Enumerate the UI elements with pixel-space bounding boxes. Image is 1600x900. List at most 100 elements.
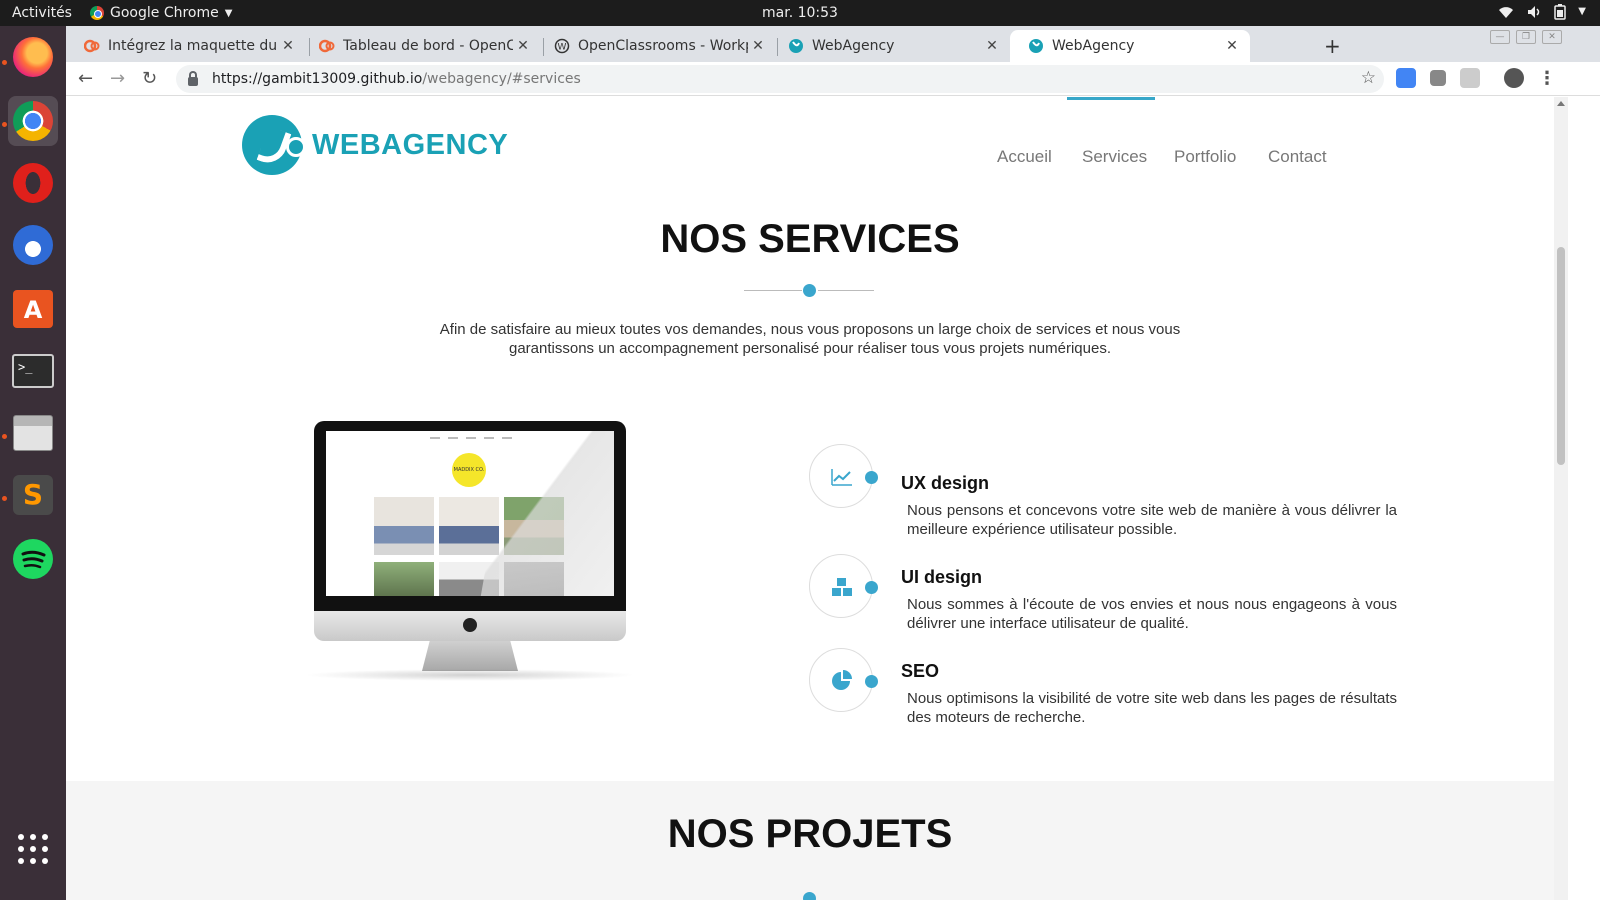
nav-portfolio[interactable]: Portfolio: [1174, 147, 1236, 167]
close-icon[interactable]: ✕: [748, 38, 768, 54]
extension-icon[interactable]: [1460, 68, 1480, 88]
dock-chrome[interactable]: [8, 96, 58, 146]
service-dot: [865, 471, 878, 484]
app-menu[interactable]: Google Chrome ▼: [90, 5, 232, 21]
tab[interactable]: WebAgency ✕: [770, 30, 1010, 62]
imac-mockup-image: MADDIX CO.: [304, 421, 636, 681]
service-title: SEO: [901, 661, 940, 681]
system-tray[interactable]: ▼: [1498, 4, 1586, 20]
mockup-logo: MADDIX CO.: [452, 453, 486, 487]
tab-active[interactable]: WebAgency ✕: [1010, 30, 1250, 62]
translate-extension-icon[interactable]: [1396, 68, 1416, 88]
spotify-icon: [13, 539, 53, 579]
running-indicator: [2, 60, 7, 65]
service-description: Nous optimisons la visibilité de votre s…: [907, 690, 1397, 726]
forward-arrow-icon[interactable]: →: [110, 68, 125, 89]
tab[interactable]: Intégrez la maquette du s ✕: [66, 30, 306, 62]
new-tab-button[interactable]: +: [1324, 34, 1341, 58]
tab[interactable]: W OpenClassrooms - Workp ✕: [536, 30, 776, 62]
profile-avatar-icon[interactable]: [1504, 68, 1524, 88]
site-logo[interactable]: WEBAGENCY: [242, 115, 508, 175]
battery-icon: [1554, 4, 1567, 20]
nav-services[interactable]: Services: [1082, 147, 1147, 167]
files-icon: [13, 415, 53, 451]
scroll-up-arrow-icon[interactable]: [1557, 101, 1565, 106]
clock[interactable]: mar. 10:53: [762, 5, 838, 21]
openclassrooms-favicon-icon: [84, 39, 100, 53]
url-path: /webagency/#services: [422, 71, 581, 87]
opera-icon: [13, 163, 53, 203]
tab[interactable]: Tableau de bord - OpenCla ✕: [301, 30, 541, 62]
sublime-text-icon: S: [13, 475, 53, 515]
dock: A >_ S: [0, 26, 66, 900]
tab-label: WebAgency: [812, 38, 895, 54]
nav-accueil[interactable]: Accueil: [997, 147, 1052, 167]
divider-line: [818, 290, 874, 291]
url-host: https://gambit13009.github.io: [212, 71, 423, 87]
app-grid-icon: [18, 834, 48, 864]
services-title: NOS SERVICES: [660, 217, 960, 261]
scrollbar[interactable]: [1554, 97, 1568, 900]
services-intro: Afin de satisfaire au mieux toutes vos d…: [439, 321, 1181, 357]
divider-line: [744, 290, 802, 291]
activities-button[interactable]: Activités: [0, 5, 90, 21]
app-menu-label: Google Chrome: [110, 5, 219, 21]
running-indicator: [2, 496, 7, 501]
address-bar[interactable]: https://gambit13009.github.io/webagency/…: [176, 65, 1384, 93]
service-title: UX design: [901, 473, 990, 493]
service-dot: [865, 581, 878, 594]
close-window-button[interactable]: ✕: [1542, 30, 1562, 44]
nav-contact[interactable]: Contact: [1268, 147, 1327, 167]
more-menu-icon[interactable]: ⋮: [1538, 68, 1556, 89]
line-chart-icon: [831, 469, 852, 486]
terminal-icon: >_: [12, 354, 54, 388]
back-arrow-icon[interactable]: ←: [78, 68, 93, 89]
lock-icon: [188, 70, 198, 86]
chevron-down-icon: ▼: [224, 7, 233, 19]
dock-sublime[interactable]: S: [8, 470, 58, 520]
volume-icon: [1528, 6, 1540, 18]
dock-thunderbird[interactable]: [8, 220, 58, 270]
close-icon[interactable]: ✕: [1222, 38, 1242, 54]
projects-title: NOS PROJETS: [667, 812, 953, 856]
close-icon[interactable]: ✕: [982, 38, 1002, 54]
close-icon[interactable]: ✕: [513, 38, 533, 54]
webagency-favicon-icon: [789, 39, 803, 53]
tab-label: WebAgency: [1052, 38, 1135, 54]
reload-icon[interactable]: ↻: [142, 68, 157, 89]
service-description: Nous pensons et concevons votre site web…: [907, 502, 1397, 538]
tab-label: Tableau de bord - OpenCla: [343, 38, 513, 54]
dock-software[interactable]: A: [8, 284, 58, 334]
tab-label: OpenClassrooms - Workp: [578, 38, 748, 54]
tab-label: Intégrez la maquette du s: [108, 38, 278, 54]
maximize-button[interactable]: ❐: [1516, 30, 1536, 44]
show-applications-button[interactable]: [8, 824, 58, 874]
dock-opera[interactable]: [8, 158, 58, 208]
wifi-icon: [1499, 7, 1514, 18]
active-nav-indicator: [1067, 97, 1155, 100]
ui-design-icon-circle: [809, 554, 873, 618]
chrome-icon: [13, 101, 53, 141]
dock-terminal[interactable]: >_: [8, 346, 58, 396]
bookmark-star-icon[interactable]: ☆: [1361, 68, 1376, 88]
running-indicator: [2, 434, 7, 439]
dock-files[interactable]: [8, 408, 58, 458]
seo-icon-circle: [809, 648, 873, 712]
dock-spotify[interactable]: [8, 534, 58, 584]
projects-section: NOS PROJETS: [66, 781, 1554, 900]
divider-dot: [803, 284, 816, 297]
web-page: WEBAGENCY Accueil Services Portfolio Con…: [66, 97, 1554, 900]
eyedropper-extension-icon[interactable]: [1430, 70, 1446, 86]
openclassrooms-favicon-icon: [319, 39, 335, 53]
service-description: Nous sommes à l'écoute de vos envies et …: [907, 596, 1397, 632]
ux-design-icon-circle: [809, 444, 873, 508]
minimize-button[interactable]: —: [1490, 30, 1510, 44]
wordpress-favicon-icon: W: [554, 38, 570, 54]
firefox-icon: [13, 37, 53, 77]
chrome-icon: [90, 6, 104, 20]
dock-firefox[interactable]: [8, 32, 58, 82]
webagency-logo-icon: [242, 115, 306, 175]
scrollbar-thumb[interactable]: [1557, 247, 1565, 465]
software-center-icon: A: [13, 290, 53, 328]
close-icon[interactable]: ✕: [278, 38, 298, 54]
